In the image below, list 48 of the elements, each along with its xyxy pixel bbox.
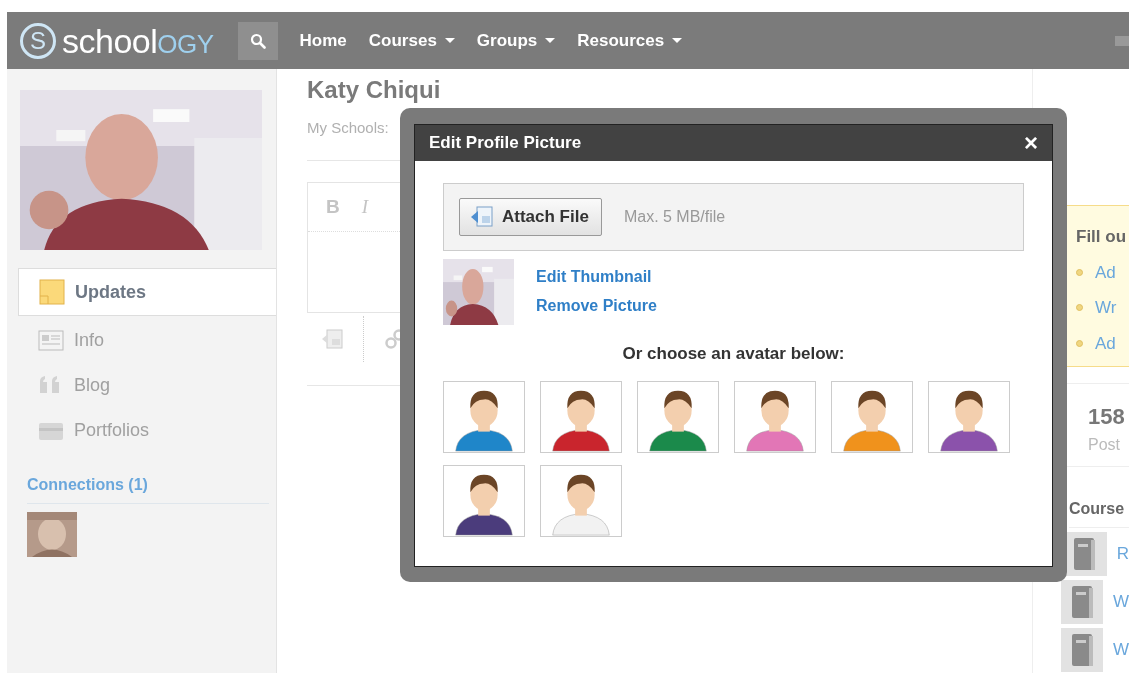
- prompt-link[interactable]: Wr: [1095, 295, 1117, 321]
- prompt-link[interactable]: Ad: [1095, 259, 1116, 285]
- course-link[interactable]: W: [1112, 637, 1129, 663]
- avatar-option[interactable]: [540, 380, 622, 453]
- profile-name: Katy Chiqui: [307, 77, 441, 104]
- schools-label: My Schools:: [307, 118, 389, 139]
- avatar-option[interactable]: [540, 464, 622, 537]
- action-link[interactable]: Remove Picture: [536, 291, 657, 320]
- card-icon: [38, 327, 64, 354]
- modal-title: Edit Profile Picture: [429, 132, 582, 155]
- file-size-note: Max. 5 MB/file: [623, 207, 726, 227]
- bullet-icon: [1076, 268, 1083, 276]
- avatar-option[interactable]: [928, 380, 1010, 453]
- attachment-icon: [470, 206, 494, 228]
- action-link[interactable]: Edit Thumbnail: [536, 262, 657, 291]
- avatar-option[interactable]: [734, 380, 816, 453]
- format-button[interactable]: I: [361, 192, 369, 222]
- close-button[interactable]: ×: [1024, 131, 1038, 155]
- nav-link[interactable]: Courses: [368, 27, 455, 54]
- courses-heading: Course: [1069, 497, 1129, 528]
- course-link[interactable]: R: [1116, 541, 1129, 567]
- avatar-option[interactable]: [443, 380, 525, 453]
- avatar-option[interactable]: [443, 464, 525, 537]
- stat-value: 158: [1088, 403, 1126, 431]
- bullet-icon: [1076, 339, 1083, 347]
- avatar-option[interactable]: [831, 380, 913, 453]
- nav-link[interactable]: Resources: [577, 27, 683, 54]
- logo-icon[interactable]: S: [20, 22, 56, 59]
- attach-file-button[interactable]: Attach File: [459, 198, 602, 236]
- avatar-option[interactable]: [637, 380, 719, 453]
- format-button[interactable]: B: [326, 192, 340, 222]
- logo-wordmark[interactable]: schoolOGY: [62, 23, 214, 58]
- search-icon: [249, 32, 266, 49]
- avatar-prompt: Or choose an avatar below:: [621, 343, 846, 365]
- course-link[interactable]: W: [1112, 589, 1129, 615]
- connections-heading[interactable]: Connections (1): [27, 473, 269, 504]
- sidebar-item[interactable]: Info: [18, 318, 276, 363]
- note-icon: [39, 279, 65, 305]
- prompt-link[interactable]: Ad: [1095, 330, 1116, 356]
- sidebar-item[interactable]: Blog: [18, 363, 276, 408]
- search-button[interactable]: [237, 21, 278, 60]
- nav-link[interactable]: Groups: [476, 27, 556, 54]
- sidebar-item[interactable]: Portfolios: [18, 408, 276, 453]
- sidebar-item[interactable]: Updates: [18, 268, 276, 316]
- nav-link[interactable]: Home: [299, 27, 347, 54]
- stat-label: Post: [1088, 435, 1121, 455]
- prompt-title: Fill ou: [1076, 226, 1128, 248]
- bullet-icon: [1076, 304, 1083, 312]
